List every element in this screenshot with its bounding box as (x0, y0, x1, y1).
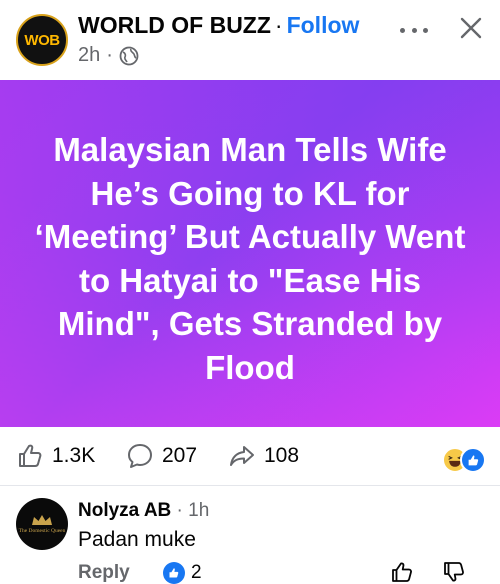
meta-separator: · (106, 44, 113, 66)
comment-count: 207 (162, 444, 198, 467)
close-icon[interactable] (455, 12, 487, 44)
thumbs-up-icon (19, 444, 42, 467)
like-reaction-icon (460, 447, 486, 473)
page-avatar[interactable]: WOB (16, 14, 68, 66)
comment-time[interactable]: 1h (188, 500, 209, 521)
page-name[interactable]: WORLD OF BUZZ (78, 12, 271, 38)
page-logo: WOB (24, 31, 60, 49)
logo-letters-ob: OB (38, 31, 60, 49)
follow-button[interactable]: Follow (287, 12, 360, 38)
page-name-row: WORLD OF BUZZ · Follow (78, 12, 359, 39)
post-meta: 2h · (78, 44, 139, 67)
banner-headline: Malaysian Man Tells Wife He’s Going to K… (34, 131, 466, 386)
reaction-summary[interactable] (442, 447, 488, 473)
comment-text: Padan muke (78, 528, 196, 551)
comment-separator: · (176, 500, 183, 521)
comment-like-summary[interactable]: 2 (163, 562, 202, 584)
like-action[interactable]: 1.3K (16, 442, 95, 470)
share-count: 108 (264, 444, 300, 467)
post-timestamp[interactable]: 2h (78, 44, 100, 67)
reaction-bar: 1.3K 207 108 (0, 427, 500, 487)
like-count: 1.3K (52, 444, 96, 467)
comment-action[interactable]: 207 (126, 442, 197, 470)
globe-icon (119, 46, 139, 65)
post-header: WOB WORLD OF BUZZ · Follow 2h · (0, 0, 500, 80)
comment-thumbs-down-icon[interactable] (442, 560, 466, 584)
section-divider (0, 485, 500, 486)
avatar-caption: The Domestic Queen (18, 528, 66, 534)
name-separator: · (274, 12, 283, 38)
share-arrow-icon (230, 446, 254, 466)
crown-icon (32, 515, 52, 525)
post-image-banner[interactable]: Malaysian Man Tells Wife He’s Going to K… (0, 80, 500, 427)
comment-thumbs-up-icon[interactable] (390, 560, 414, 584)
reply-button[interactable]: Reply (78, 562, 130, 584)
logo-letter-w: W (24, 31, 39, 49)
comment-author[interactable]: Nolyza AB (78, 500, 171, 521)
more-options-icon[interactable] (400, 20, 428, 40)
comment-bubble-icon (128, 444, 152, 468)
share-action[interactable]: 108 (228, 442, 299, 470)
comment-like-badge-icon (163, 562, 185, 584)
comment-like-count: 2 (191, 562, 202, 583)
commenter-avatar[interactable]: The Domestic Queen (16, 498, 68, 550)
comment-header: Nolyza AB · 1h (78, 500, 209, 522)
